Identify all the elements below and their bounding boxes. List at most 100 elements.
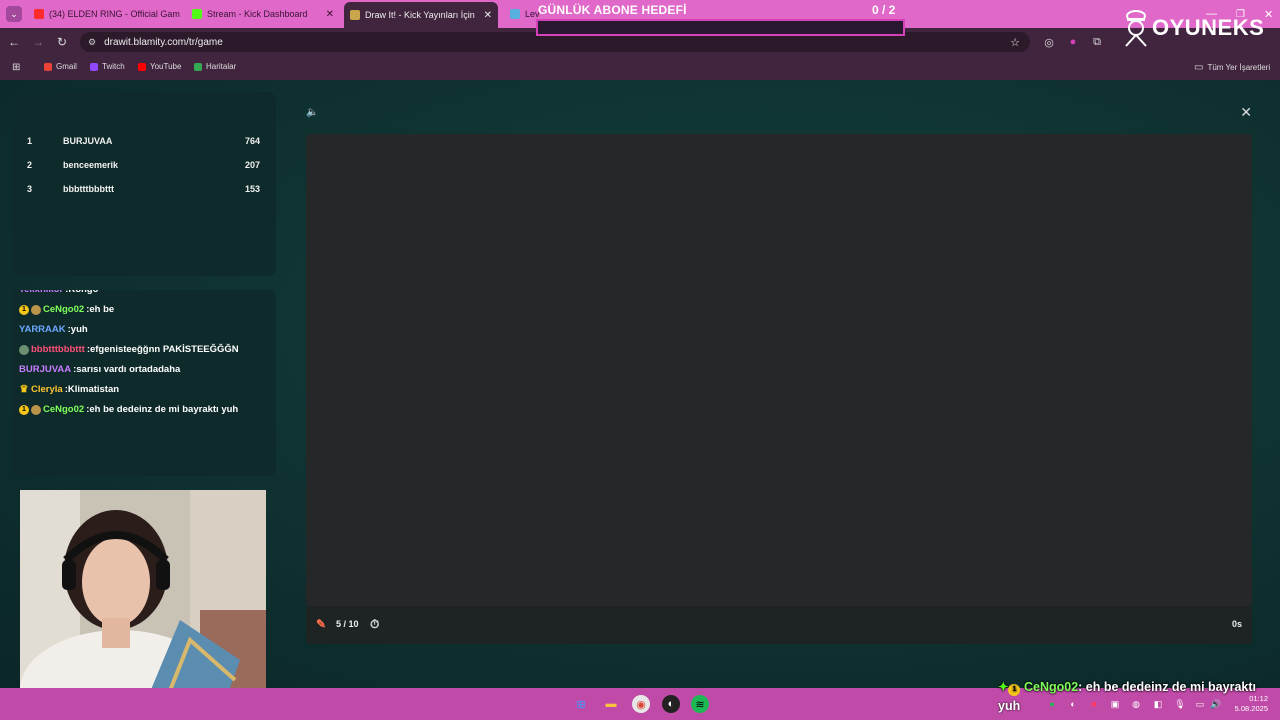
chat-username[interactable]: CeNgo02: [43, 304, 84, 315]
sub-badge-icon: 1: [1008, 684, 1021, 696]
badge-icon: [19, 344, 29, 355]
pencil-icon: ✎: [316, 617, 327, 631]
bookmark-label: Twitch: [102, 62, 125, 71]
logo-text: OYUNEKS: [1152, 15, 1265, 40]
close-tab-icon[interactable]: ✕: [484, 10, 492, 21]
bookmark-label: YouTube: [150, 62, 182, 71]
gifter-badge-icon: [31, 304, 41, 315]
bookmark-twitch[interactable]: Twitch: [90, 62, 125, 71]
leaderboard-score: 153: [244, 184, 260, 194]
sub-badge-icon: 1: [19, 304, 29, 315]
volume-icon[interactable]: 🔊: [1210, 698, 1222, 710]
chat-message: bbbtttbbbttt:efgenisteeğğnn PAKİSTEEĞĞĞN: [19, 344, 239, 355]
chat-text: :eh be dedeinz de mi bayraktı yuh: [86, 404, 239, 415]
chat-username[interactable]: Tellxhikor: [19, 290, 63, 295]
clock-date: 5.08.2025: [1234, 704, 1268, 713]
crown-icon: ♛: [19, 383, 29, 395]
tab-elden-ring[interactable]: (34) ELDEN RING - Official Gam ✕: [28, 4, 182, 24]
file-explorer-icon[interactable]: ▬: [602, 695, 620, 713]
extensions-puzzle-icon[interactable]: ⧉: [1090, 35, 1104, 49]
bookmark-youtube[interactable]: YouTube: [138, 62, 181, 71]
site-icon: [510, 9, 520, 19]
chat-username[interactable]: Cleryla: [31, 384, 63, 395]
folder-icon: ▭: [1194, 62, 1204, 73]
tab-kick-dashboard[interactable]: Stream - Kick Dashboard ✕: [186, 4, 340, 24]
drawit-icon: [350, 10, 360, 20]
leaderboard-name: BURJUVAA: [63, 136, 113, 146]
all-bookmarks[interactable]: ▭ Tüm Yer İşaretleri: [1194, 62, 1270, 73]
chat-text: :Klimatistan: [64, 384, 120, 395]
network-icon[interactable]: ▭: [1194, 698, 1206, 710]
bookmark-maps[interactable]: Haritalar: [194, 62, 236, 71]
tab-title: Draw It! - Kick Yayınları İçin Çiz: [365, 10, 475, 20]
back-icon[interactable]: ←: [6, 34, 22, 50]
round-counter: 5 / 10: [336, 619, 359, 629]
chat-message: BURJUVAA:sarısı vardı ortadadaha: [19, 364, 180, 375]
drawing-canvas[interactable]: [306, 134, 1252, 606]
site-info-icon[interactable]: ⚙: [88, 37, 96, 48]
leaderboard-score: 764: [244, 136, 260, 146]
oyuneks-logo: OYUNEKS: [1122, 8, 1264, 48]
steam-tray-icon[interactable]: ◍: [1130, 698, 1142, 710]
app-tray-icon[interactable]: ▣: [1109, 698, 1121, 710]
address-url: drawit.blamity.com/tr/game: [104, 36, 223, 48]
spotify-icon[interactable]: ≋: [691, 695, 709, 713]
chat-username[interactable]: bbbtttbbbttt: [31, 344, 85, 355]
close-window-icon[interactable]: ✕: [1264, 8, 1273, 21]
bookmarks-bar: ⊞ Gmail Twitch YouTube Haritalar ▭ Tüm Y…: [0, 56, 1280, 80]
chat-username[interactable]: CeNgo02: [43, 404, 84, 415]
chat-text: :yuh: [67, 324, 88, 335]
webcam-image: [20, 490, 266, 716]
obs-tray-icon[interactable]: ◐: [1067, 698, 1079, 710]
chat-message: ♛ Cleryla:Klimatistan: [19, 383, 120, 395]
time-remaining: 0s: [1231, 619, 1242, 629]
overlay-chat-text: : eh be dedeinz de mi bayraktı: [1078, 680, 1256, 694]
bookmark-label: Tüm Yer İşaretleri: [1207, 63, 1271, 72]
subscriber-goal-title: GÜNLÜK ABONE HEDEFİ: [538, 3, 687, 17]
leaderboard-name: bbbtttbbbttt: [63, 184, 114, 194]
youtube-icon: [138, 62, 146, 71]
chat-text: :efgenisteeğğnn PAKİSTEEĞĞĞN: [86, 344, 239, 355]
close-tab-icon[interactable]: ✕: [326, 9, 334, 20]
microphone-icon[interactable]: 🎙: [1174, 698, 1186, 710]
tab-draw-it[interactable]: Draw It! - Kick Yayınları İçin Çiz ✕: [344, 2, 498, 28]
obs-icon[interactable]: ◐: [662, 695, 680, 713]
chat-username[interactable]: BURJUVAA: [19, 364, 71, 375]
forward-icon[interactable]: →: [30, 34, 46, 50]
windows-start-icon[interactable]: ⊞: [572, 695, 590, 713]
app-tray-icon[interactable]: ■: [1088, 698, 1100, 710]
kick-icon: [192, 9, 202, 19]
bookmark-gmail[interactable]: Gmail: [44, 62, 77, 71]
extension-icon[interactable]: ◎: [1042, 35, 1056, 49]
speaker-icon[interactable]: 🔈: [306, 107, 318, 118]
youtube-icon: [34, 9, 44, 19]
system-clock[interactable]: 01:12 5.08.2025: [1235, 694, 1268, 714]
apps-grid-icon[interactable]: ⊞: [12, 62, 20, 73]
subscriber-goal-count: 0 / 2: [872, 3, 896, 17]
bookmark-star-icon[interactable]: ☆: [1010, 36, 1020, 49]
sparkle-icon: ✦: [998, 680, 1009, 694]
app-tray-icon[interactable]: ◧: [1152, 698, 1164, 710]
leaderboard-row: 3 bbbtttbbbttt 153: [12, 184, 276, 200]
chat-username[interactable]: YARRAAK: [19, 324, 66, 335]
close-icon[interactable]: ✕: [1240, 104, 1252, 121]
leaderboard-row: 2 benceemerik 207: [12, 160, 276, 176]
timer-icon: ⏱: [370, 617, 380, 631]
spotify-tray-icon[interactable]: ●: [1046, 698, 1058, 710]
leaderboard-rank: 1: [27, 136, 33, 146]
overlay-chat-continued: yuh: [998, 699, 1021, 713]
extension-icon[interactable]: ●: [1066, 35, 1080, 49]
webcam-feed: [20, 490, 266, 716]
chat-text: :eh be: [86, 304, 115, 315]
chrome-icon[interactable]: ◉: [632, 695, 650, 713]
game-page: 1 BURJUVAA 764 2 benceemerik 207 3 bbbtt…: [0, 80, 1280, 716]
leaderboard-rank: 3: [27, 184, 33, 194]
chat-message: Tellxhikor:Kongo: [19, 290, 98, 295]
reload-icon[interactable]: ↻: [54, 34, 70, 50]
bookmark-label: Gmail: [56, 62, 77, 71]
gmail-icon: [44, 62, 52, 71]
tab-search-button[interactable]: ⌄: [6, 6, 22, 22]
game-status-bar: ✎ 5 / 10 ⏱ 0s: [306, 606, 1252, 644]
chat-message: 1 CeNgo02:eh be: [19, 304, 114, 315]
chat-panel: Tellxhikor:Kongo1CeNgo02:eh beYARRAAK:yu…: [12, 290, 276, 476]
